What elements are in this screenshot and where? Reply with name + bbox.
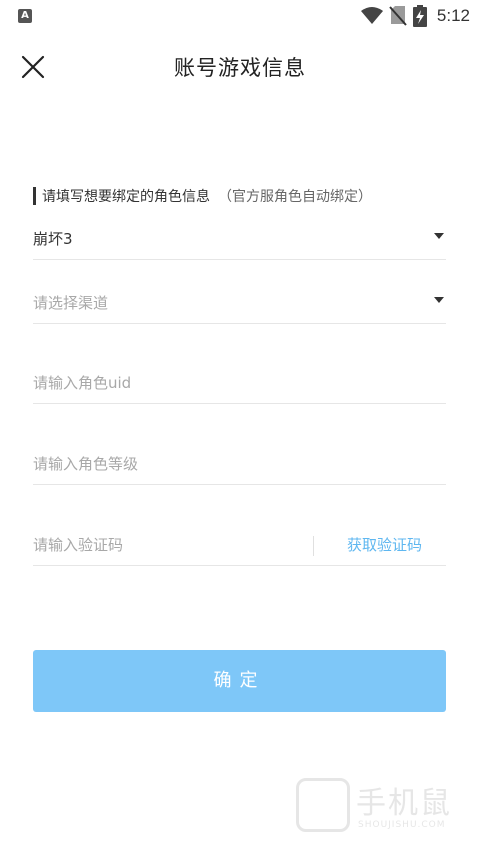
status-time: 5:12 — [436, 6, 470, 25]
watermark-subtext: SHOUJISHU.COM — [358, 820, 446, 830]
game-select-value: 崩坏3 — [33, 230, 73, 248]
uid-input-placeholder: 请输入角色uid — [33, 374, 132, 392]
dropdown-caret-icon[interactable] — [434, 297, 444, 303]
channel-select[interactable]: 请选择渠道 — [33, 284, 446, 324]
section-title: 请填写想要绑定的角色信息 — [42, 189, 210, 205]
section-label: 请填写想要绑定的角色信息 （官方服角色自动绑定） — [33, 185, 372, 207]
game-select[interactable]: 崩坏3 — [33, 220, 446, 260]
app-notification-icon: A — [18, 9, 32, 23]
level-input-placeholder: 请输入角色等级 — [33, 455, 139, 473]
verification-code-input[interactable]: 请输入验证码 获取验证码 — [33, 526, 446, 566]
confirm-button[interactable]: 确定 — [33, 650, 446, 712]
divider — [313, 536, 314, 556]
channel-select-placeholder: 请选择渠道 — [33, 294, 109, 312]
status-bar: A 5:12 — [0, 0, 480, 32]
section-marker — [33, 187, 36, 205]
status-icons: 5:12 — [360, 4, 470, 28]
watermark-logo-icon — [296, 778, 350, 832]
watermark-text: 手机鼠 — [356, 786, 452, 821]
wifi-icon — [360, 7, 383, 24]
no-sim-icon — [389, 6, 407, 26]
uid-input[interactable]: 请输入角色uid — [33, 364, 446, 404]
battery-charging-icon — [412, 5, 427, 27]
code-input-placeholder: 请输入验证码 — [33, 536, 124, 554]
get-code-button[interactable]: 获取验证码 — [347, 534, 422, 555]
page-title: 账号游戏信息 — [174, 56, 306, 80]
watermark: 手机鼠 SHOUJISHU.COM — [296, 778, 466, 838]
level-input[interactable]: 请输入角色等级 — [33, 445, 446, 485]
dropdown-caret-icon[interactable] — [434, 233, 444, 239]
section-note: （官方服角色自动绑定） — [218, 189, 372, 205]
header: 账号游戏信息 — [0, 40, 480, 92]
